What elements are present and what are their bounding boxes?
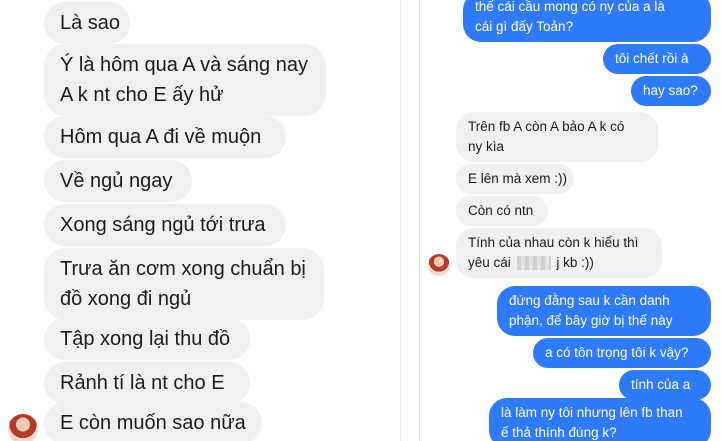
message-text-line: yêu cái j kb :))	[468, 253, 650, 273]
message-bubble: Rảnh tí là nt cho E	[44, 362, 250, 404]
message-text: đồ xong đi ngủ	[60, 288, 192, 310]
message-bubble: Trên fb A còn A bảo A k có ny kìa	[456, 112, 658, 162]
message-text: Rảnh tí là nt cho E	[60, 372, 225, 394]
message-text: tôi chết rồi à	[615, 51, 689, 66]
message-bubble: Tính của nhau còn k hiểu thì yêu cái j k…	[456, 228, 662, 278]
message-bubble: E còn muốn sao nữa	[44, 402, 262, 441]
message-text: Là sao	[60, 12, 121, 34]
message-text: Trên fb A còn A bảo A k có	[468, 119, 625, 134]
message-text: Về ngủ ngay	[60, 170, 173, 192]
sent-message-bubble: tôi chết rồi à	[603, 44, 711, 74]
message-text: E lên mà xem :))	[468, 171, 568, 186]
message-text: Tập xong lại thu đồ	[60, 328, 231, 350]
sent-message-bubble: tính của a	[619, 370, 711, 400]
message-bubble: Xong sáng ngủ tới trưa	[44, 204, 286, 246]
message-bubble: Về ngủ ngay	[44, 160, 192, 202]
blurred-text	[516, 256, 551, 271]
contact-avatar	[428, 254, 450, 276]
message-text: là làm ny tôi nhưng lên fb than	[501, 405, 683, 420]
message-bubble: Trưa ăn cơm xong chuẩn bị đồ xong đi ngủ	[44, 248, 324, 320]
message-text: A k nt cho E ấy hử	[60, 84, 224, 106]
message-text: E còn muốn sao nữa	[60, 412, 246, 434]
panel-divider	[400, 0, 420, 441]
sent-message-bubble: là làm ny tôi nhưng lên fb than ế thả th…	[489, 398, 711, 441]
message-text: hay sao?	[643, 83, 698, 98]
message-bubble: Còn có ntn	[456, 196, 548, 226]
message-text: tính của a	[631, 377, 691, 392]
message-text: thế cái cầu mong có ny của a là	[475, 0, 665, 14]
message-text: yêu cái	[468, 255, 511, 270]
message-bubble: Ý là hôm qua A và sáng nay A k nt cho E …	[44, 44, 326, 116]
message-text: Ý là hôm qua A và sáng nay	[60, 54, 308, 76]
message-text: j kb :))	[556, 255, 594, 270]
message-bubble: E lên mà xem :))	[456, 164, 574, 194]
right-chat-panel: thế cái cầu mong có ny của a là cái gì đ…	[420, 0, 721, 441]
sent-message-bubble: thế cái cầu mong có ny của a là cái gì đ…	[463, 0, 711, 42]
message-text: phận, để bây giờ bị thế này	[509, 313, 673, 328]
message-text: Còn có ntn	[468, 203, 534, 218]
message-bubble: Hôm qua A đi về muộn	[44, 116, 286, 158]
message-text: a có tôn trọng tôi k vậy?	[545, 345, 689, 360]
message-text: Hôm qua A đi về muộn	[60, 126, 262, 148]
left-chat-panel: Là sao Ý là hôm qua A và sáng nay A k nt…	[0, 0, 400, 441]
contact-avatar	[8, 414, 38, 441]
message-bubble: Tập xong lại thu đồ	[44, 318, 250, 360]
message-text: ế thả thính đúng k?	[501, 425, 617, 440]
sent-message-bubble: hay sao?	[631, 76, 711, 106]
message-text: Tính của nhau còn k hiểu thì	[468, 235, 639, 250]
message-bubble: Là sao	[44, 2, 130, 44]
message-text: cái gì đấy Toản?	[475, 19, 574, 34]
message-text: Xong sáng ngủ tới trưa	[60, 214, 266, 236]
message-text: đứng đằng sau k cần danh	[509, 293, 670, 308]
sent-message-bubble: đứng đằng sau k cần danh phận, để bây gi…	[497, 286, 711, 336]
sent-message-bubble: a có tôn trọng tôi k vậy?	[533, 338, 711, 368]
message-text: ny kìa	[468, 139, 505, 154]
message-text: Trưa ăn cơm xong chuẩn bị	[60, 258, 306, 280]
